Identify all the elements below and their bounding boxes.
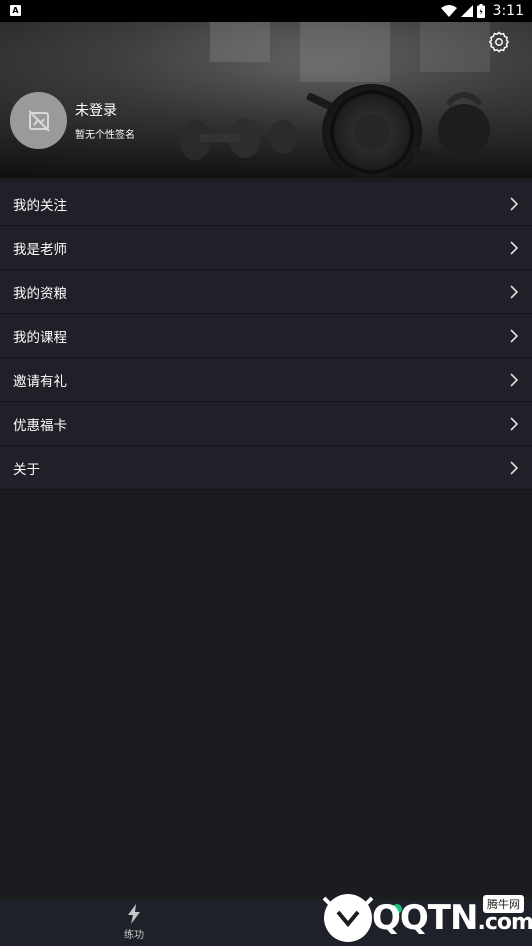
- notification-icon: A: [10, 5, 21, 16]
- menu-item-about[interactable]: 关于: [0, 446, 532, 490]
- settings-button[interactable]: [488, 31, 510, 53]
- menu-item-label: 我的资粮: [13, 285, 67, 302]
- clock: 3:11: [492, 3, 524, 19]
- menu-item-courses[interactable]: 我的课程: [0, 314, 532, 358]
- chevron-right-icon: [510, 460, 519, 475]
- chevron-right-icon: [510, 284, 519, 299]
- chevron-right-icon: [510, 328, 519, 343]
- menu-list: 我的关注 我是老师 我的资粮 我的课程 邀请有礼 优惠福卡 关于: [0, 182, 532, 490]
- status-bar: A 3:11: [0, 0, 532, 22]
- menu-item-label: 我是老师: [13, 241, 67, 258]
- menu-item-label: 我的关注: [13, 197, 67, 214]
- signal-icon: [460, 5, 473, 17]
- menu-item-invite[interactable]: 邀请有礼: [0, 358, 532, 402]
- lightning-icon: [128, 904, 140, 924]
- chevron-right-icon: [510, 372, 519, 387]
- tab-practice-label: 练功: [124, 930, 144, 941]
- gear-icon: [488, 31, 510, 53]
- profile-header: 未登录 暂无个性签名: [0, 22, 532, 178]
- watermark-emblem-icon: [322, 894, 374, 942]
- menu-item-teacher[interactable]: 我是老师: [0, 226, 532, 270]
- no-image-icon: [27, 109, 50, 132]
- menu-item-label: 关于: [13, 461, 40, 478]
- menu-item-following[interactable]: 我的关注: [0, 182, 532, 226]
- menu-item-coupons[interactable]: 优惠福卡: [0, 402, 532, 446]
- avatar[interactable]: [10, 92, 67, 149]
- battery-icon: [476, 4, 485, 18]
- wifi-icon: [440, 4, 457, 17]
- menu-item-label: 我的课程: [13, 329, 67, 346]
- watermark-logo: QQTN.com 腾牛网: [320, 890, 532, 946]
- chevron-right-icon: [510, 416, 519, 431]
- menu-item-resources[interactable]: 我的资粮: [0, 270, 532, 314]
- status-icons: 3:11: [440, 0, 524, 22]
- watermark-badge: 腾牛网: [483, 895, 524, 913]
- username[interactable]: 未登录: [75, 100, 117, 120]
- menu-item-label: 邀请有礼: [13, 373, 67, 390]
- tab-practice[interactable]: 练功: [112, 904, 156, 944]
- signature: 暂无个性签名: [75, 130, 135, 141]
- chevron-right-icon: [510, 240, 519, 255]
- chevron-right-icon: [510, 196, 519, 211]
- menu-item-label: 优惠福卡: [13, 417, 67, 434]
